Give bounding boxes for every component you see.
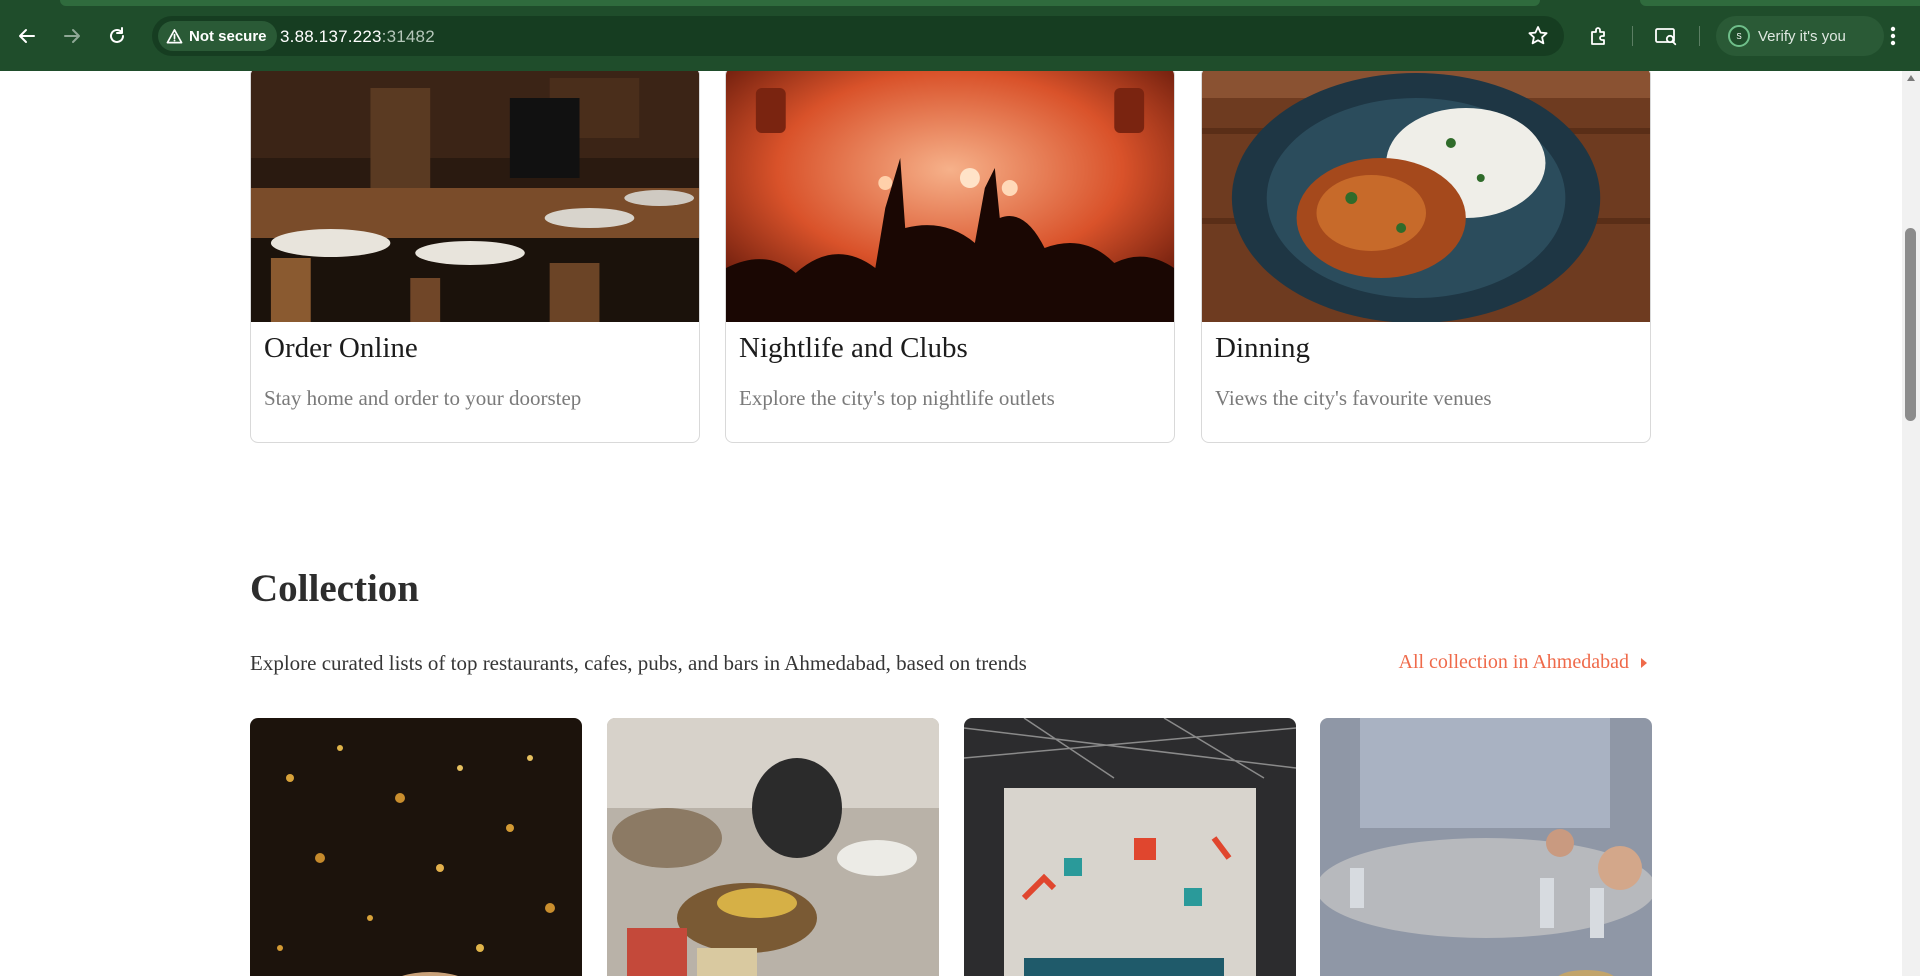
- url-text[interactable]: 3.88.137.223:31482: [280, 27, 435, 47]
- address-bar[interactable]: Not secure 3.88.137.223:31482: [152, 16, 1564, 56]
- feature-card-nightlife[interactable]: Nightlife and Clubs Explore the city's t…: [725, 71, 1175, 443]
- reload-button[interactable]: [99, 18, 135, 54]
- url-port: :31482: [381, 27, 435, 46]
- feature-card-dining[interactable]: Dinning Views the city's favourite venue…: [1201, 71, 1651, 443]
- tab-strip-edge: [1640, 0, 1920, 6]
- festive-lights-image: [250, 718, 582, 976]
- cafe-mural-image: [964, 718, 1296, 976]
- browser-toolbar: Not secure 3.88.137.223:31482 S Verify i…: [0, 0, 1920, 71]
- reload-icon: [110, 27, 124, 43]
- arrow-right-icon: [64, 29, 80, 43]
- collection-subtitle: Explore curated lists of top restaurants…: [250, 651, 1027, 675]
- card-title: Nightlife and Clubs: [739, 332, 968, 364]
- avatar: S: [1728, 25, 1750, 47]
- buffet-image: [607, 718, 939, 976]
- security-indicator[interactable]: Not secure: [158, 21, 277, 51]
- collection-card[interactable]: [607, 718, 939, 976]
- all-collections-label: All collection in Ahmedabad: [1398, 651, 1630, 673]
- all-collections-link[interactable]: All collection in Ahmedabad: [1399, 651, 1650, 674]
- warning-icon: [166, 28, 183, 43]
- restaurant-image: [251, 71, 699, 322]
- profile-label: Verify it's you: [1758, 27, 1846, 45]
- collection-heading: Collection: [250, 567, 419, 610]
- dining-image: [1202, 71, 1650, 322]
- caret-right-icon: [1641, 657, 1647, 668]
- tab-strip-edge: [60, 0, 1540, 6]
- url-host: 3.88.137.223: [280, 27, 382, 46]
- profile-button[interactable]: S Verify it's you: [1716, 16, 1884, 56]
- page-content: Order Online Stay home and order to your…: [0, 71, 1902, 976]
- arrow-left-icon: [19, 29, 35, 43]
- cast-search-icon[interactable]: [1654, 24, 1678, 48]
- nightlife-image: [726, 71, 1174, 322]
- feature-card-order-online[interactable]: Order Online Stay home and order to your…: [250, 71, 700, 443]
- page-scrollbar[interactable]: [1902, 71, 1920, 976]
- scroll-up-arrow-icon[interactable]: [1907, 75, 1915, 81]
- collection-card[interactable]: [964, 718, 1296, 976]
- more-menu-icon[interactable]: [1882, 22, 1904, 50]
- security-label: Not secure: [189, 27, 267, 45]
- collection-card[interactable]: [250, 718, 582, 976]
- card-description: Views the city's favourite venues: [1215, 386, 1492, 410]
- collection-card[interactable]: [1320, 718, 1652, 976]
- card-title: Order Online: [264, 332, 418, 364]
- forward-button[interactable]: [54, 18, 90, 54]
- toolbar-separator: [1699, 26, 1700, 46]
- card-description: Explore the city's top nightlife outlets: [739, 386, 1055, 410]
- toolbar-separator: [1632, 26, 1633, 46]
- card-title: Dinning: [1215, 332, 1311, 364]
- card-description: Stay home and order to your doorstep: [264, 386, 582, 410]
- back-button[interactable]: [9, 18, 45, 54]
- bookmark-star-icon[interactable]: [1526, 24, 1550, 48]
- scrollbar-thumb[interactable]: [1905, 228, 1916, 421]
- extensions-icon[interactable]: [1587, 24, 1611, 48]
- banquet-image: [1320, 718, 1652, 976]
